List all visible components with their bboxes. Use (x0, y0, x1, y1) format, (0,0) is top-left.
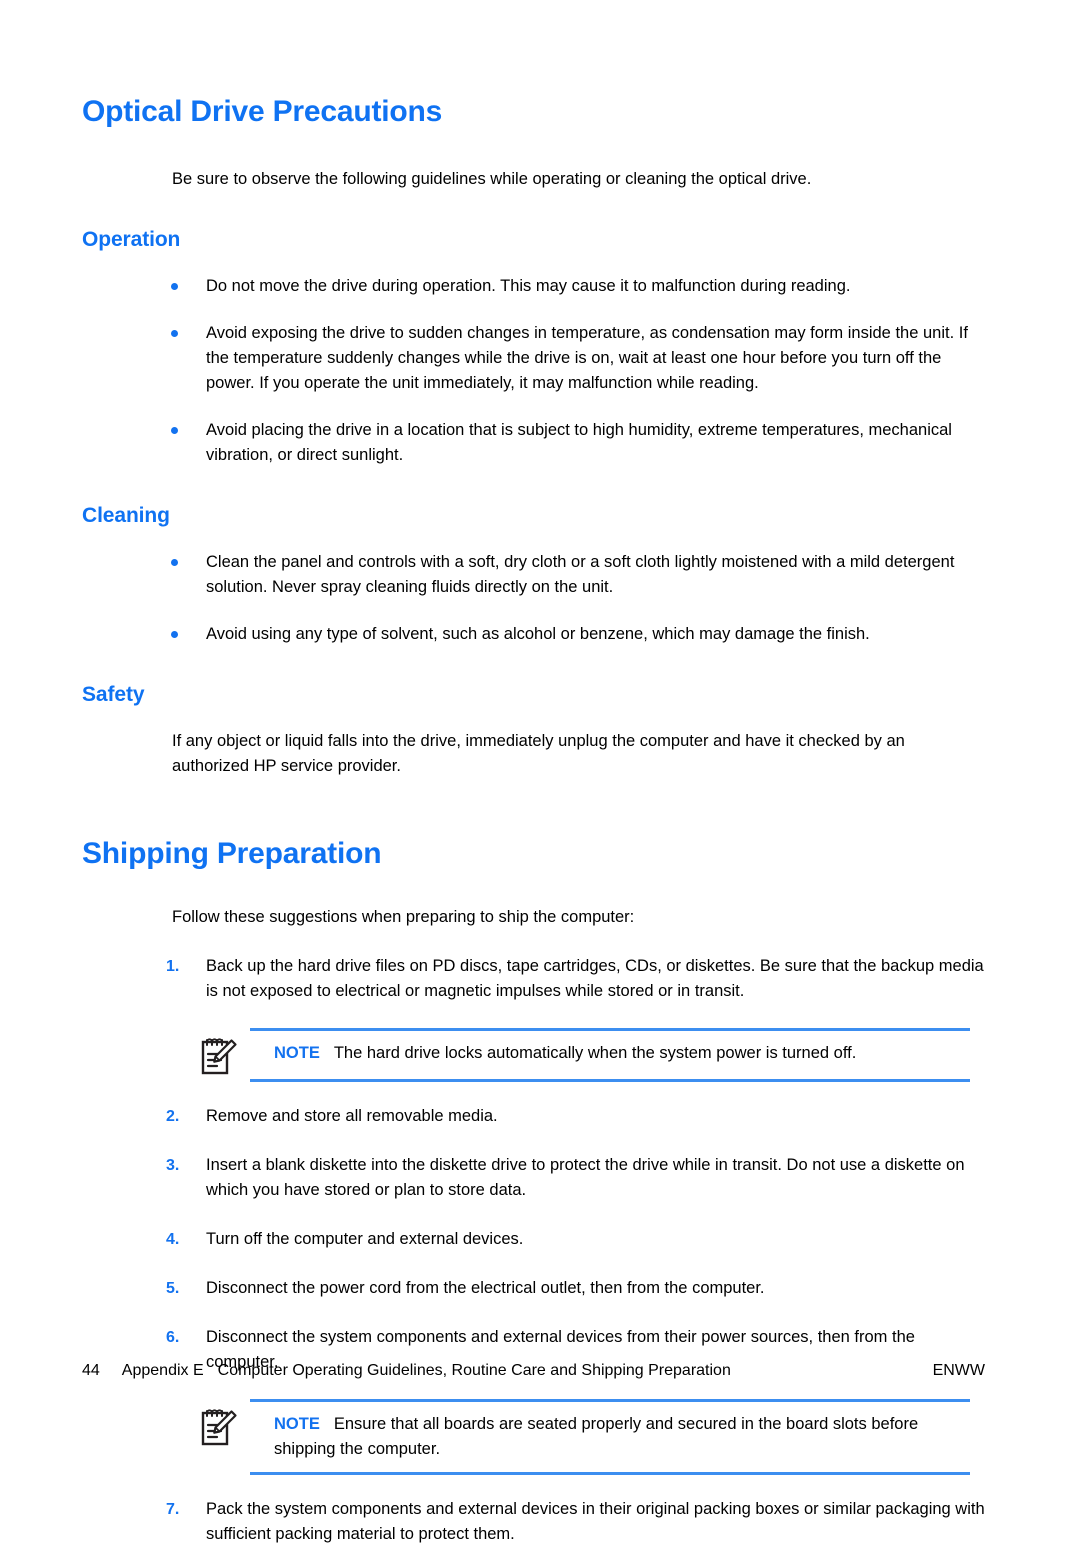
shipping-steps-list: 1. Back up the hard drive files on PD di… (82, 954, 985, 1004)
step-number: 5. (166, 1280, 180, 1297)
shipping-steps-list-continued: 2. Remove and store all removable media.… (82, 1104, 985, 1375)
table-row: 3. Insert a blank diskette into the disk… (82, 1153, 985, 1203)
step-text: Pack the system components and external … (206, 1500, 985, 1543)
page-title-optical-drive-precautions: Optical Drive Precautions (82, 95, 443, 128)
step-text: Disconnect the power cord from the elect… (206, 1279, 765, 1297)
section-heading-cleaning: Cleaning (82, 504, 170, 527)
bullet-dot-icon (171, 631, 178, 638)
step-number: 1. (166, 958, 180, 975)
shipping-intro-paragraph: Follow these suggestions when preparing … (172, 908, 635, 926)
list-item: Do not move the drive during operation. … (82, 274, 985, 299)
bullet-dot-icon (171, 559, 178, 566)
section-heading-safety: Safety (82, 683, 145, 706)
note-content: NOTE The hard drive locks automatically w… (252, 1028, 985, 1079)
step-number: 6. (166, 1329, 180, 1346)
list-item-text: Clean the panel and controls with a soft… (206, 553, 955, 596)
note-content: NOTE Ensure that all boards are seated pr… (252, 1399, 985, 1475)
footer-language-code: ENWW (932, 1362, 985, 1379)
step-number: 7. (166, 1501, 180, 1518)
list-item-text: Avoid exposing the drive to sudden chang… (206, 324, 968, 392)
step-number: 2. (166, 1108, 180, 1125)
table-row: 1. Back up the hard drive files on PD di… (82, 954, 985, 1004)
note-pad-pencil-icon (198, 1405, 240, 1449)
footer-title: Computer Operating Guidelines, Routine C… (217, 1362, 731, 1379)
list-item-text: Avoid using any type of solvent, such as… (206, 625, 870, 643)
section-heading-operation: Operation (82, 228, 181, 251)
bullet-dot-icon (171, 330, 178, 337)
step-text: Remove and store all removable media. (206, 1107, 498, 1125)
list-item: Avoid placing the drive in a location th… (82, 418, 985, 468)
note-box: NOTE The hard drive locks automatically w… (82, 1028, 985, 1082)
list-item-text: Do not move the drive during operation. … (206, 277, 851, 295)
note-label: NOTE (274, 1415, 320, 1433)
step-text: Turn off the computer and external devic… (206, 1230, 524, 1248)
table-row: 7. Pack the system components and extern… (82, 1497, 985, 1547)
table-row: 2. Remove and store all removable media. (82, 1104, 985, 1129)
table-row: 5. Disconnect the power cord from the el… (82, 1276, 985, 1301)
note-box: NOTE Ensure that all boards are seated pr… (82, 1399, 985, 1475)
step-number: 3. (166, 1157, 180, 1174)
bullet-dot-icon (171, 427, 178, 434)
optical-drive-intro-paragraph: Be sure to observe the following guideli… (172, 170, 812, 188)
page-title-shipping-preparation: Shipping Preparation (82, 837, 382, 870)
footer-page-number: 44 (82, 1362, 100, 1379)
table-row: 4. Turn off the computer and external de… (82, 1227, 985, 1252)
step-text: Insert a blank diskette into the diskett… (206, 1156, 965, 1199)
footer-appendix-label: Appendix E (121, 1362, 204, 1379)
list-item: Avoid exposing the drive to sudden chang… (82, 321, 985, 396)
bullet-dot-icon (171, 283, 178, 290)
note-label: NOTE (274, 1044, 320, 1062)
document-page: Optical Drive Precautions Be sure to obs… (0, 0, 1080, 1543)
list-item: Clean the panel and controls with a soft… (82, 550, 985, 600)
operation-bullet-list: Do not move the drive during operation. … (82, 274, 985, 468)
note-pad-pencil-icon (198, 1034, 240, 1078)
step-text: Back up the hard drive files on PD discs… (206, 957, 984, 1000)
page-footer: 44 Appendix E Computer Operating Guideli… (82, 1361, 985, 1381)
step-number: 4. (166, 1231, 180, 1248)
list-item: Avoid using any type of solvent, such as… (82, 622, 985, 647)
safety-paragraph: If any object or liquid falls into the d… (172, 732, 905, 775)
note-text: The hard drive locks automatically when … (333, 1044, 857, 1062)
shipping-steps-list-final: 7. Pack the system components and extern… (82, 1497, 985, 1547)
cleaning-bullet-list: Clean the panel and controls with a soft… (82, 550, 985, 647)
list-item-text: Avoid placing the drive in a location th… (206, 421, 952, 464)
